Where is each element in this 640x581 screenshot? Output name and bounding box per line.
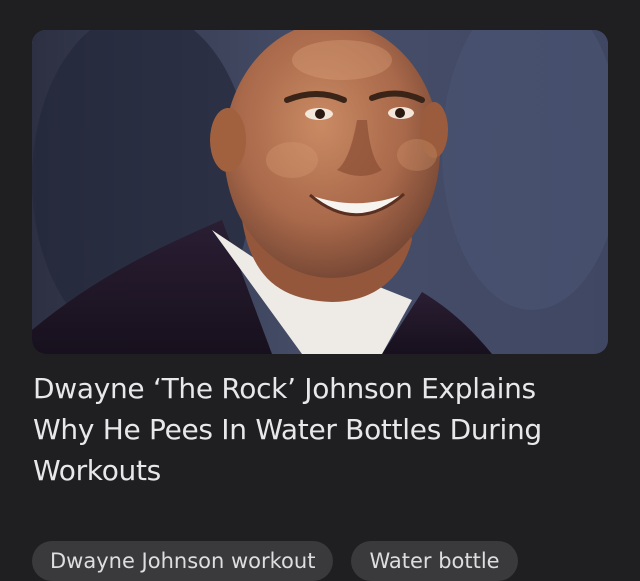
topic-chip-dwayne-johnson-workout[interactable]: Dwayne Johnson workout <box>32 541 334 581</box>
article-image[interactable] <box>32 30 608 354</box>
topic-chip-water-bottle[interactable]: Water bottle <box>351 541 518 581</box>
article-headline[interactable]: Dwayne ‘The Rock’ Johnson Explains Why H… <box>33 368 603 491</box>
portrait-illustration <box>32 30 608 354</box>
related-topics: Dwayne Johnson workout Water bottle <box>32 541 518 581</box>
news-card[interactable]: Dwayne ‘The Rock’ Johnson Explains Why H… <box>0 0 640 581</box>
